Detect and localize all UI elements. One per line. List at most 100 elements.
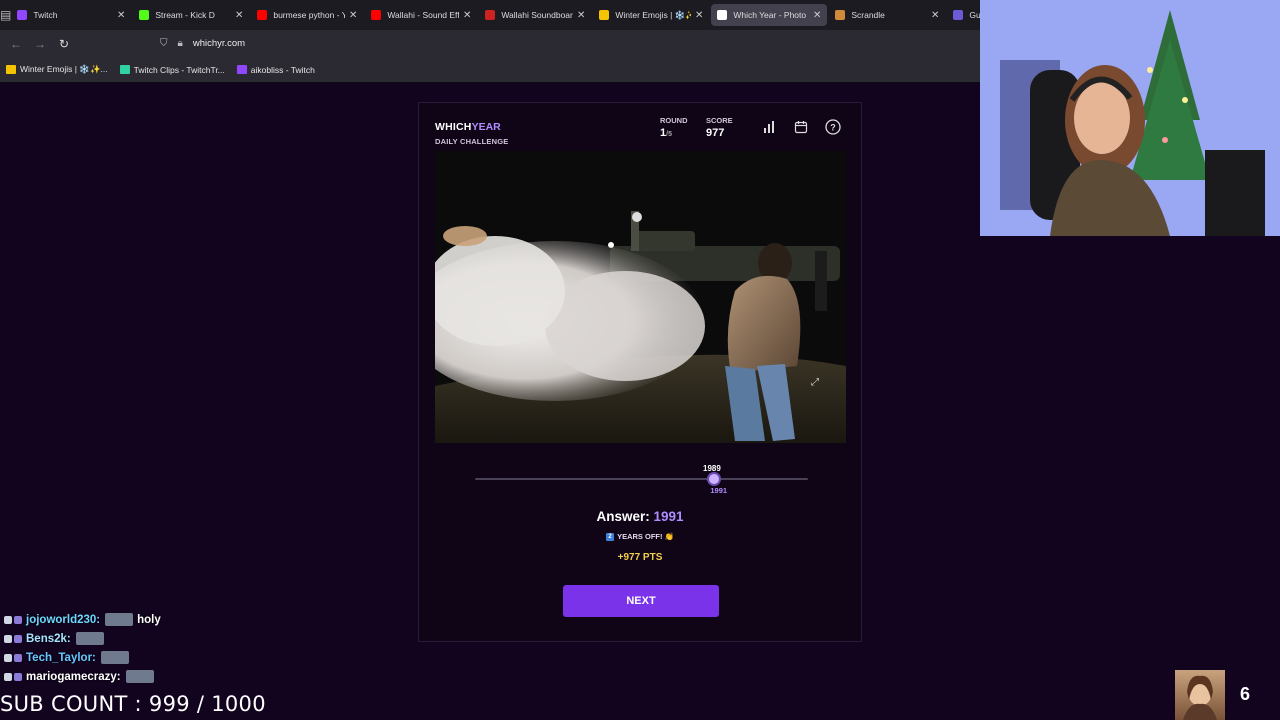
tab-label: Stream - Kick D [155, 10, 215, 20]
tab-label: Wallahi - Sound Eff [387, 10, 459, 20]
tab-close-icon[interactable]: ✕ [813, 10, 821, 21]
bookmark-label: aikobliss - Twitch [250, 64, 315, 75]
tab-favicon-icon [599, 10, 610, 20]
years-off-badge: 2 [606, 533, 615, 542]
tab-label: Winter Emojis | ❄️✨ [615, 9, 691, 20]
years-off-line: 2 YEARS OFF! 👏 [419, 532, 861, 542]
tab-label: Twitch [33, 10, 58, 20]
logo-which: WHICH [435, 121, 472, 133]
logo-year: YEAR [471, 121, 501, 133]
mode-label: DAILY CHALLENGE [435, 137, 509, 146]
mini-avatar [1175, 670, 1225, 720]
chat-username: mariogamecrazy: [26, 670, 121, 683]
tab-label: Wallahi Soundboar [501, 10, 573, 20]
tab-1[interactable]: Stream - Kick D ✕ [133, 4, 249, 26]
chat-badges [4, 634, 24, 643]
tab-favicon-icon [17, 10, 28, 20]
chat-emote-icon [105, 613, 134, 626]
chat-message: Tech_Taylor: [4, 648, 304, 667]
answer-label: Answer: [596, 509, 650, 524]
url-bar[interactable]: ⛉ 🔒︎ whichyr.com [160, 33, 245, 55]
tab-label: Scrandle [851, 10, 885, 20]
logo[interactable]: WHICHYEAR DAILY CHALLENGE [435, 117, 508, 146]
shield-icon[interactable]: ⛉ [160, 38, 168, 49]
round-label: ROUND [660, 116, 688, 125]
round-stat: ROUND 1/5 [660, 116, 688, 139]
svg-text:?: ? [830, 123, 836, 133]
chat-emote-icon [100, 651, 129, 664]
answer-year: 1991 [653, 509, 684, 524]
bookmark-2[interactable]: aikobliss - Twitch [236, 64, 315, 75]
sub-count: SUB COUNT : 999 / 1000 [0, 692, 266, 716]
help-icon[interactable]: ? [822, 116, 844, 138]
chat-username: Bens2k: [26, 632, 71, 645]
bookmark-icon [6, 65, 16, 74]
chat-badges [4, 672, 24, 681]
answer-year-tick: 1991 [710, 486, 728, 495]
tab-bar: ▤ Twitch ✕ Stream - Kick D ✕ burmese python … [0, 0, 1049, 30]
tab-close-icon[interactable]: ✕ [931, 10, 939, 21]
tab-3[interactable]: Wallahi - Sound Eff ✕ [365, 4, 477, 26]
score-stat: SCORE 977 [706, 116, 733, 139]
bookmark-label: Winter Emojis | ❄️✨... [20, 64, 108, 74]
tab-close-icon[interactable]: ✕ [463, 10, 471, 21]
points-earned: +977 PTS [617, 552, 663, 563]
chat-overlay: jojoworld230: holy Bens2k: Tech_Taylor:mari… [4, 610, 304, 686]
forward-icon[interactable]: → [28, 37, 52, 51]
tab-favicon-icon [835, 10, 846, 20]
game-card: WHICHYEAR DAILY CHALLENGE ROUND 1/5 SCOR… [418, 102, 862, 642]
next-label: NEXT [626, 595, 656, 607]
tab-close-icon[interactable]: ✕ [577, 10, 585, 21]
chat-badges [4, 615, 24, 624]
tab-close-icon[interactable]: ✕ [235, 10, 243, 21]
back-icon[interactable]: ← [4, 37, 28, 51]
webcam-feed [980, 0, 1280, 236]
round-total: /5 [666, 131, 672, 138]
tab-6[interactable]: Which Year - Photo ✕ [711, 4, 828, 26]
years-off-text: YEARS OFF! 👏 [617, 532, 674, 541]
bookmark-0[interactable]: Winter Emojis | ❄️✨... [6, 64, 108, 75]
tab-7[interactable]: Scrandle ✕ [829, 4, 945, 26]
tab-0[interactable]: Twitch ✕ [11, 4, 131, 26]
tab-close-icon[interactable]: ✕ [349, 10, 357, 21]
chat-message: jojoworld230: holy [4, 610, 304, 629]
bookmarks-bar: Winter Emojis | ❄️✨... Twitch Clips - Twi… [0, 57, 980, 83]
expand-icon[interactable]: ⤢ [811, 377, 819, 388]
tab-favicon-icon [371, 10, 382, 20]
chat-badges [4, 653, 24, 662]
tab-close-icon[interactable]: ✕ [695, 10, 703, 21]
stats-icon[interactable] [758, 116, 780, 138]
tab-close-icon[interactable]: ✕ [117, 10, 125, 21]
tab-label: Which Year - Photo [733, 10, 807, 20]
bookmark-icon [236, 65, 247, 74]
bookmark-label: Twitch Clips - TwitchTr... [133, 64, 225, 75]
tab-list-icon[interactable]: ▤ [0, 0, 11, 30]
tab-label: burmese python - Y [273, 10, 345, 20]
bookmark-1[interactable]: Twitch Clips - TwitchTr... [119, 64, 225, 75]
score-value: 977 [706, 127, 725, 139]
chat-text: holy [137, 613, 161, 626]
challenge-photo[interactable] [435, 151, 846, 443]
guess-year-label: 1989 [703, 464, 721, 473]
counter-value: 6 [1240, 684, 1251, 704]
reload-icon[interactable]: ↻ [52, 37, 76, 51]
navigation-bar: ← → ↻ ⛉ 🔒︎ whichyr.com [0, 30, 980, 57]
tab-favicon-icon [953, 10, 964, 20]
next-button[interactable]: NEXT [563, 585, 719, 617]
chat-username: jojoworld230: [26, 613, 101, 626]
tab-5[interactable]: Winter Emojis | ❄️✨ ✕ [593, 4, 709, 26]
chat-username: Tech_Taylor: [26, 651, 96, 664]
answer-line: Answer: 1991 [419, 509, 861, 524]
chat-message: mariogamecrazy: [4, 667, 304, 686]
score-label: SCORE [706, 116, 733, 125]
tab-favicon-icon [717, 10, 728, 20]
calendar-icon[interactable] [790, 116, 812, 138]
url-text[interactable]: whichyr.com [193, 38, 245, 49]
year-slider-thumb[interactable] [709, 474, 719, 484]
lock-icon[interactable]: 🔒︎ [178, 38, 183, 49]
tab-2[interactable]: burmese python - Y ✕ [251, 4, 363, 26]
tab-favicon-icon [257, 10, 268, 20]
tab-4[interactable]: Wallahi Soundboar ✕ [479, 4, 591, 26]
year-slider-track[interactable] [475, 478, 808, 480]
chat-emote-icon [75, 632, 104, 645]
